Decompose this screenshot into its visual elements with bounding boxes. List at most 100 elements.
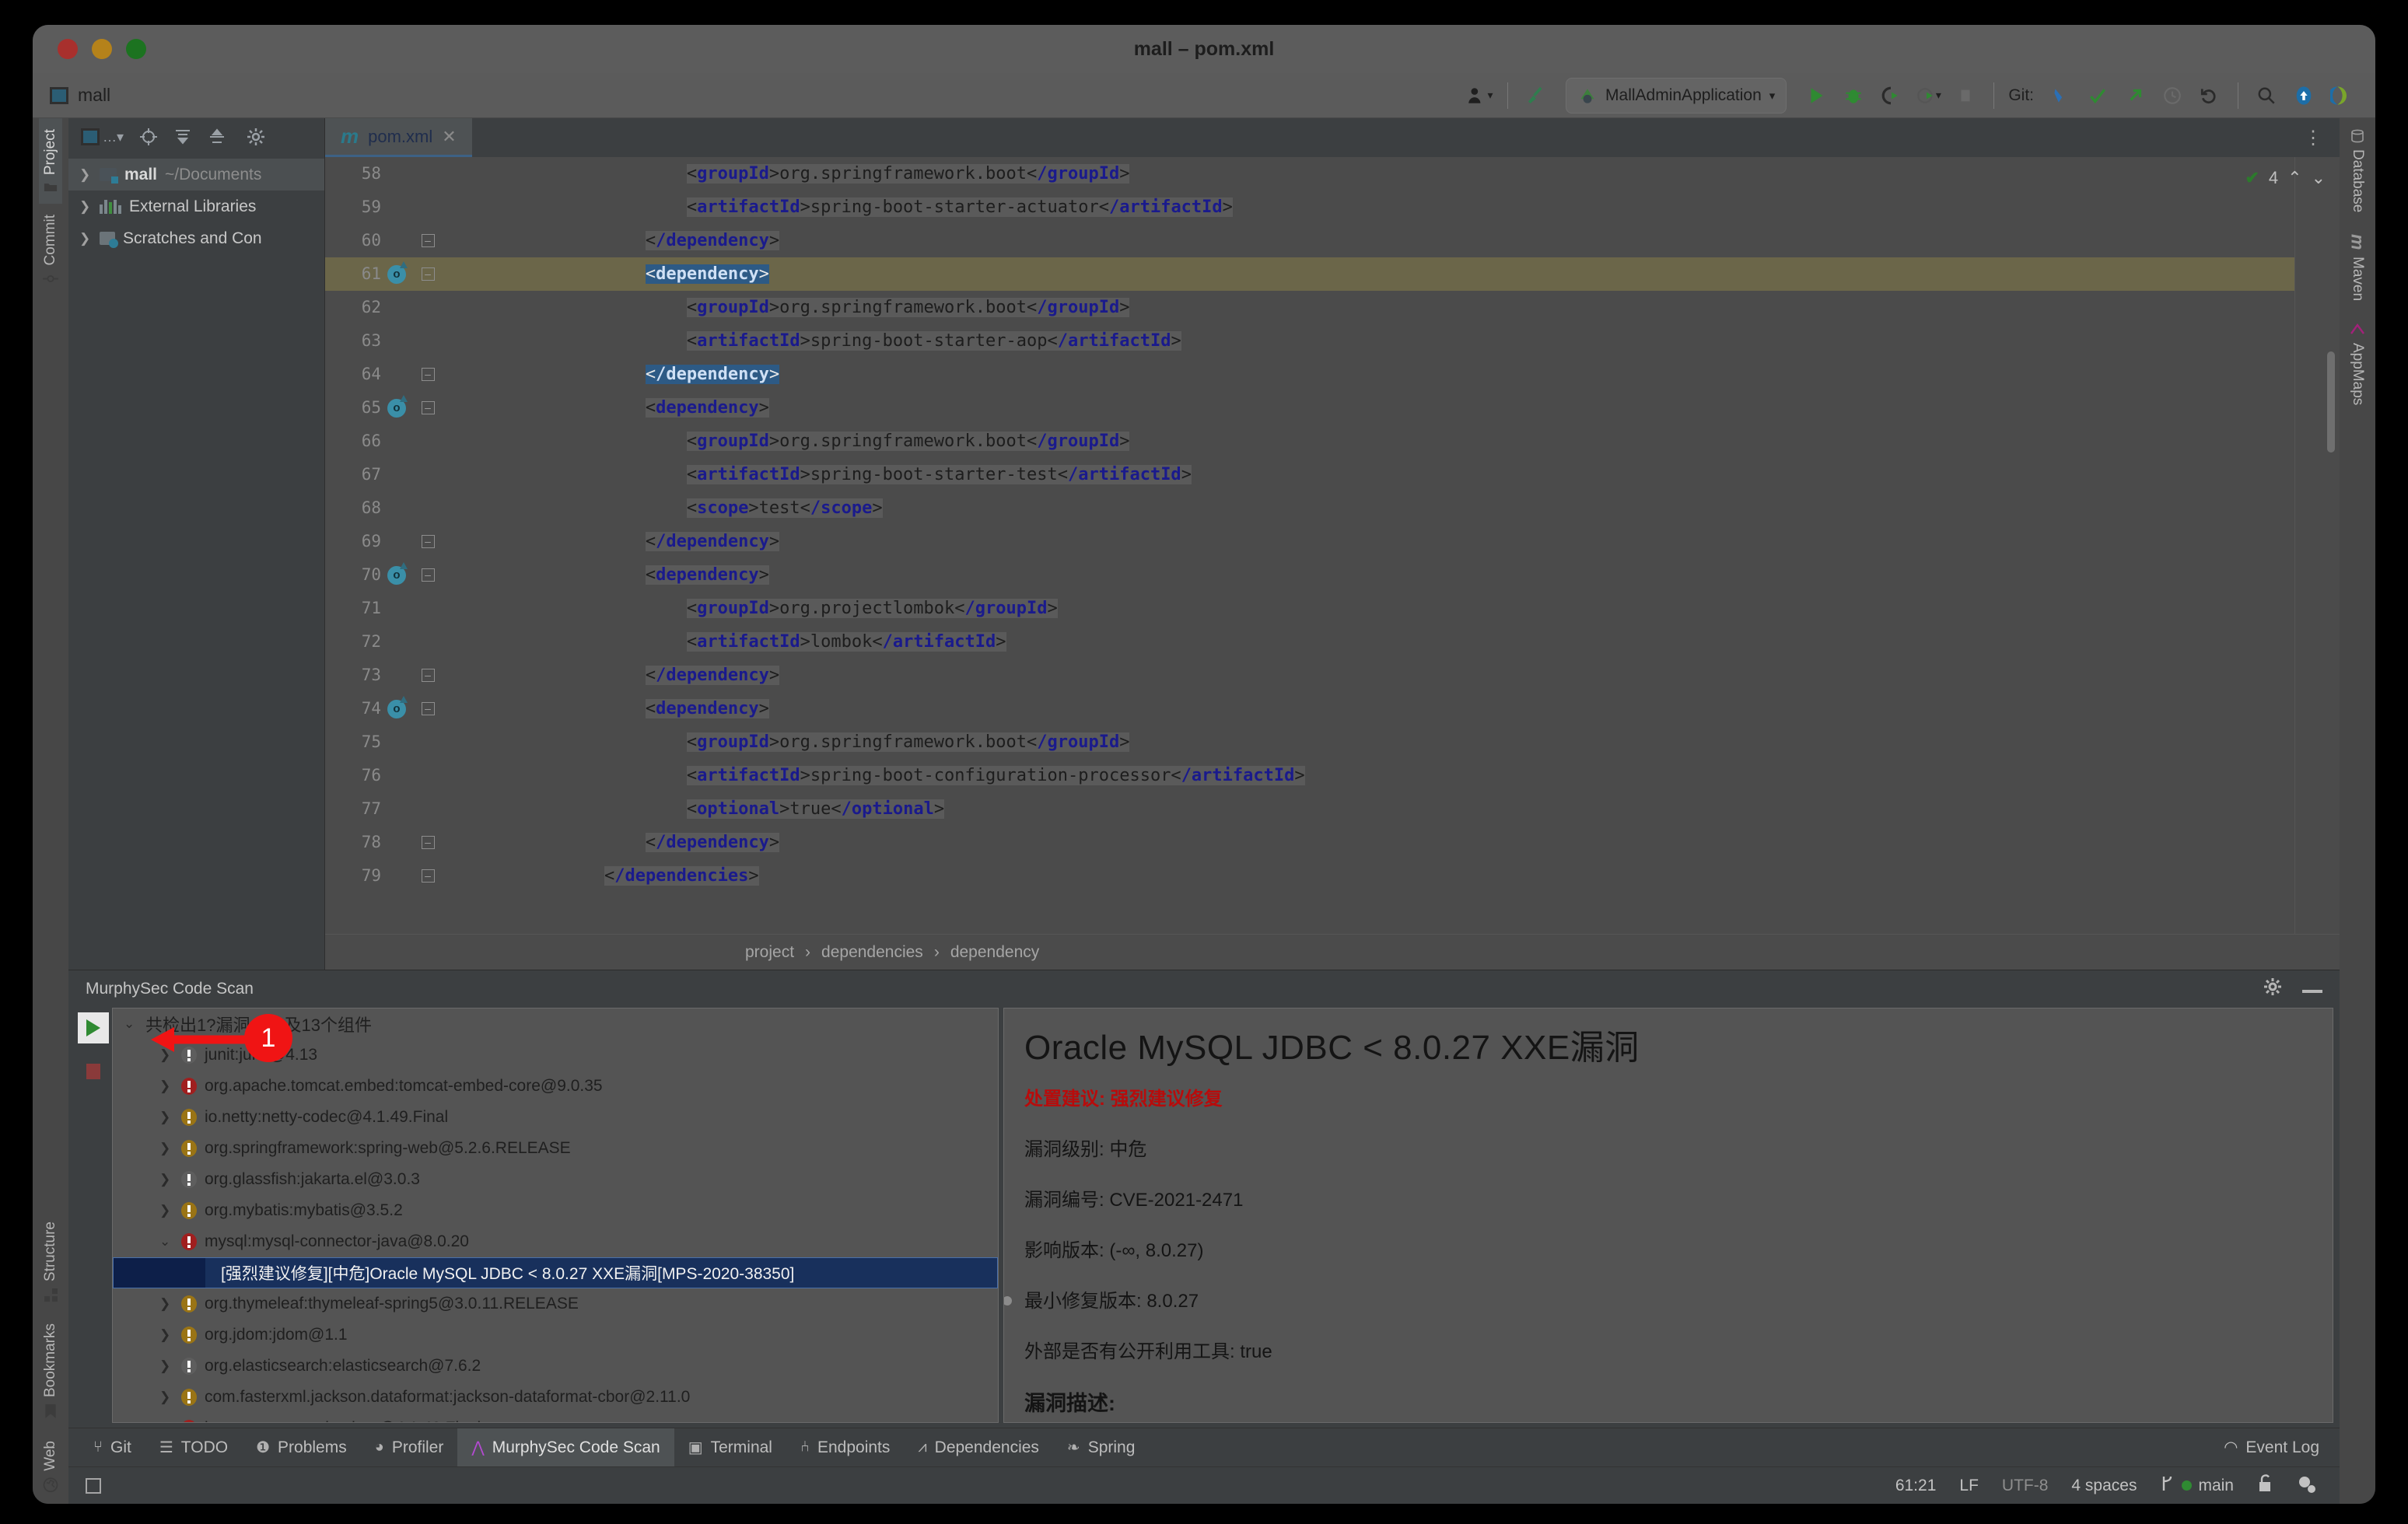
fold-toggle-icon[interactable]: –: [421, 869, 435, 883]
code-line[interactable]: <groupId>org.springframework.boot</group…: [481, 725, 2340, 759]
next-problem-icon[interactable]: ⌄: [2312, 168, 2326, 188]
fold-toggle-icon[interactable]: –: [421, 267, 435, 281]
gutter-line[interactable]: 65 o –: [325, 391, 481, 425]
editor-options-icon[interactable]: ⋮: [2287, 118, 2340, 157]
tool-window-button-terminal[interactable]: ▣ Terminal: [674, 1428, 786, 1467]
vulnerability-tree[interactable]: ⌄共检出1?漏洞，涉及13个组件❯junit:junit@4.13❯org.ap…: [112, 1008, 999, 1423]
fold-toggle-icon[interactable]: –: [421, 535, 435, 548]
chevron-right-icon[interactable]: ❯: [159, 1203, 173, 1218]
code-line[interactable]: <dependency>: [481, 391, 2340, 425]
project-view-selector[interactable]: …▾: [81, 128, 124, 145]
chevron-right-icon[interactable]: ❯: [159, 1296, 173, 1312]
close-icon[interactable]: ✕: [442, 127, 456, 147]
gutter-fold[interactable]: –: [412, 267, 443, 281]
chevron-right-icon[interactable]: ❯: [159, 1389, 173, 1405]
code-line[interactable]: <groupId>org.projectlombok</groupId>: [481, 592, 2340, 625]
component-row[interactable]: ❯ org.glassfish:jakarta.el@3.0.3: [113, 1164, 998, 1195]
breadcrumb-item-project[interactable]: project: [745, 943, 794, 962]
gear-icon[interactable]: [2263, 977, 2282, 1001]
sidebar-item-web[interactable]: Web: [39, 1430, 62, 1504]
editor-tab-pom-xml[interactable]: m pom.xml ✕: [325, 118, 472, 157]
sidebar-item-maven[interactable]: m Maven: [2344, 223, 2371, 311]
fold-toggle-icon[interactable]: –: [421, 368, 435, 381]
indent-setting[interactable]: 4 spaces: [2071, 1477, 2137, 1495]
vulnerability-item[interactable]: [强烈建议修复][中危]Oracle MySQL JDBC < 8.0.27 X…: [113, 1257, 998, 1288]
gutter-line[interactable]: 64 –: [325, 358, 481, 391]
gutter-fold[interactable]: –: [412, 234, 443, 247]
tool-window-button-dependencies[interactable]: ⩘ Dependencies: [904, 1428, 1053, 1467]
gutter-line[interactable]: 79 –: [325, 859, 481, 893]
fold-toggle-icon[interactable]: –: [421, 401, 435, 414]
breadcrumb-item-dependencies[interactable]: dependencies: [821, 943, 923, 962]
gutter-line[interactable]: 60 –: [325, 224, 481, 257]
sidebar-item-project[interactable]: Project: [39, 118, 62, 204]
gutter-fold[interactable]: –: [412, 401, 443, 414]
history-icon[interactable]: [2155, 79, 2189, 113]
gutter-line[interactable]: 58: [325, 157, 481, 190]
inspection-scrollbar[interactable]: [2294, 157, 2340, 934]
gutter-line[interactable]: 72: [325, 625, 481, 659]
tool-window-button-todo[interactable]: ☰ TODO: [145, 1428, 242, 1467]
code-line[interactable]: <dependency>: [481, 257, 2340, 291]
gutter-line[interactable]: 75: [325, 725, 481, 759]
gutter-mark[interactable]: o: [381, 260, 412, 284]
code-line[interactable]: <artifactId>spring-boot-starter-aop</art…: [481, 324, 2340, 358]
close-window-button[interactable]: [58, 39, 78, 59]
maven-dependency-icon[interactable]: o: [387, 394, 408, 418]
gear-icon[interactable]: [247, 128, 265, 146]
rollback-icon[interactable]: [2193, 79, 2227, 113]
gutter-line[interactable]: 76: [325, 759, 481, 792]
code-line[interactable]: <dependency>: [481, 558, 2340, 592]
sidebar-item-bookmarks[interactable]: Bookmarks: [39, 1313, 62, 1430]
lock-open-icon[interactable]: [2257, 1473, 2273, 1498]
tool-window-button-git[interactable]: ⑂ Git: [79, 1428, 145, 1467]
chevron-right-icon[interactable]: ❯: [159, 1172, 173, 1187]
code-line[interactable]: </dependency>: [481, 224, 2340, 257]
stop-icon[interactable]: [1948, 79, 1983, 113]
code-line[interactable]: </dependencies>: [481, 859, 2340, 893]
minimize-window-button[interactable]: [92, 39, 112, 59]
code-line[interactable]: </dependency>: [481, 525, 2340, 558]
fold-toggle-icon[interactable]: –: [421, 234, 435, 247]
code-line[interactable]: <artifactId>spring-boot-starter-actuator…: [481, 190, 2340, 224]
sidebar-item-structure[interactable]: Structure: [39, 1211, 62, 1313]
gutter-fold[interactable]: –: [412, 669, 443, 682]
gutter-line[interactable]: 70 o –: [325, 558, 481, 592]
code-content[interactable]: <groupId>org.springframework.boot</group…: [481, 157, 2340, 934]
event-log-button[interactable]: ◠ Event Log: [2224, 1438, 2340, 1457]
project-chip[interactable]: mall: [50, 85, 110, 106]
component-row[interactable]: ❯ org.apache.tomcat.embed:tomcat-embed-co…: [113, 1071, 998, 1102]
code-line[interactable]: </dependency>: [481, 358, 2340, 391]
minimize-icon[interactable]: [2302, 979, 2322, 999]
chevron-right-icon[interactable]: ❯: [159, 1358, 173, 1374]
vulnerability-detail-panel[interactable]: Oracle MySQL JDBC < 8.0.27 XXE漏洞 处置建议: 强…: [1003, 1008, 2333, 1423]
chevron-right-icon[interactable]: ❯: [159, 1141, 173, 1156]
memory-indicator-icon[interactable]: [86, 1477, 101, 1494]
git-update-icon[interactable]: [2043, 79, 2077, 113]
chevron-right-icon[interactable]: ❯: [159, 1327, 173, 1343]
gutter-line[interactable]: 69 –: [325, 525, 481, 558]
upload-icon[interactable]: [2287, 79, 2321, 113]
stop-scan-icon[interactable]: [78, 1056, 109, 1087]
code-line[interactable]: <groupId>org.springframework.boot</group…: [481, 157, 2340, 190]
code-line[interactable]: <optional>true</optional>: [481, 792, 2340, 826]
profile-run-icon[interactable]: ▾: [1911, 79, 1945, 113]
gutter-line[interactable]: 67: [325, 458, 481, 491]
gutter-fold[interactable]: –: [412, 702, 443, 715]
chevron-right-icon[interactable]: ❯: [159, 1078, 173, 1094]
file-encoding[interactable]: UTF-8: [2002, 1477, 2049, 1495]
run-icon[interactable]: [1799, 79, 1833, 113]
fold-toggle-icon[interactable]: –: [421, 836, 435, 849]
component-row[interactable]: ⌄ mysql:mysql-connector-java@8.0.20: [113, 1226, 998, 1257]
line-separator[interactable]: LF: [1959, 1477, 1979, 1495]
chevron-right-icon[interactable]: ❯: [79, 199, 92, 215]
gutter-mark[interactable]: o: [381, 695, 412, 718]
gutter-fold[interactable]: –: [412, 568, 443, 582]
chevron-right-icon[interactable]: ❯: [79, 231, 92, 246]
chevron-right-icon[interactable]: ❯: [79, 167, 92, 183]
tool-window-button-endpoints[interactable]: ⑃ Endpoints: [786, 1428, 904, 1467]
tool-window-button-murphysec-code-scan[interactable]: ⋀ MurphySec Code Scan: [457, 1428, 674, 1467]
code-line[interactable]: <scope>test</scope>: [481, 491, 2340, 525]
gutter-line[interactable]: 62: [325, 291, 481, 324]
component-row[interactable]: ❯ org.mybatis:mybatis@3.5.2: [113, 1195, 998, 1226]
